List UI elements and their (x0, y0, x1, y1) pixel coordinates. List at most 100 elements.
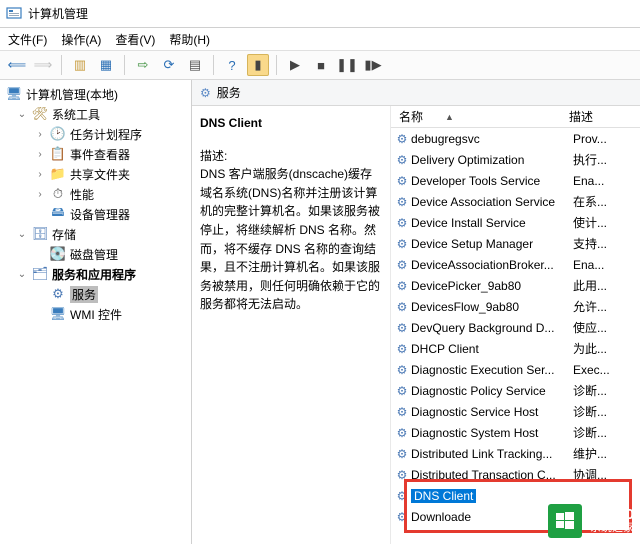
expand-icon[interactable]: › (34, 129, 46, 140)
service-row[interactable]: ⚙Delivery Optimization执行... (391, 149, 640, 170)
pause-icon[interactable]: ❚❚ (336, 54, 358, 76)
performance-icon: ⏱ (50, 186, 66, 202)
service-row[interactable]: ⚙DevicesFlow_9ab80允许... (391, 296, 640, 317)
stop-icon[interactable]: ■ (310, 54, 332, 76)
service-row[interactable]: ⚙Distributed Transaction C...协调... (391, 464, 640, 485)
disk-icon: 💽 (50, 246, 66, 262)
menu-view[interactable]: 查看(V) (115, 31, 155, 48)
service-icon: ⚙ (391, 426, 409, 440)
service-icon: ⚙ (391, 468, 409, 482)
forward-icon[interactable]: ⟹ (32, 54, 54, 76)
body: 🖥 计算机管理(本地) ⌄ 🛠 系统工具 › 🕑 任务计划程序 › 📋 事件查看… (0, 80, 640, 544)
tree-services[interactable]: ⚙ 服务 (0, 284, 191, 304)
service-icon: ⚙ (391, 237, 409, 251)
service-row[interactable]: ⚙debugregsvcProv... (391, 128, 640, 149)
restart-icon[interactable]: ▮▶ (362, 54, 384, 76)
tools-icon: 🛠 (32, 106, 48, 122)
menu-help[interactable]: 帮助(H) (169, 31, 210, 48)
column-headers: 名称 ▲ 描述 (391, 106, 640, 128)
tree-wmi[interactable]: 🖥 WMI 控件 (0, 304, 191, 324)
service-name: DNS Client (409, 489, 569, 503)
sort-asc-icon: ▲ (445, 112, 454, 122)
service-name: DevicesFlow_9ab80 (409, 300, 569, 314)
toolbar-separator (61, 55, 62, 75)
col-desc[interactable]: 描述 (563, 108, 593, 125)
collapse-icon[interactable]: ⌄ (16, 229, 28, 240)
tree-event-viewer[interactable]: › 📋 事件查看器 (0, 144, 191, 164)
menu-bar: 文件(F) 操作(A) 查看(V) 帮助(H) (0, 28, 640, 50)
tree-task-scheduler[interactable]: › 🕑 任务计划程序 (0, 124, 191, 144)
play-icon[interactable]: ▶ (284, 54, 306, 76)
toolbar-separator (124, 55, 125, 75)
service-row[interactable]: ⚙Diagnostic Service Host诊断... (391, 401, 640, 422)
gear-icon: ⚙ (200, 86, 211, 100)
service-desc: 诊断... (569, 382, 607, 399)
title-bar: 计算机管理 (0, 0, 640, 28)
menu-action[interactable]: 操作(A) (61, 31, 101, 48)
folder-icon[interactable]: ▥ (69, 54, 91, 76)
tree-device-manager[interactable]: 🖴 设备管理器 (0, 204, 191, 224)
list-icon[interactable]: ▤ (184, 54, 206, 76)
tree-services-apps[interactable]: ⌄ 🗂 服务和应用程序 (0, 264, 191, 284)
service-desc: 使应... (569, 319, 607, 336)
win-logo-icon (548, 504, 582, 538)
refresh-icon[interactable]: ⟳ (158, 54, 180, 76)
properties-icon[interactable]: ▦ (95, 54, 117, 76)
service-name: Diagnostic Policy Service (409, 384, 569, 398)
expand-icon[interactable]: › (34, 149, 46, 160)
expand-icon[interactable]: › (34, 189, 46, 200)
expand-icon[interactable]: › (34, 169, 46, 180)
service-row[interactable]: ⚙DeviceAssociationBroker...Ena... (391, 254, 640, 275)
service-name: Distributed Transaction C... (409, 468, 569, 482)
highlight-icon[interactable]: ▮ (247, 54, 269, 76)
service-desc: Exec... (569, 363, 610, 377)
service-row[interactable]: ⚙DHCP Client为此... (391, 338, 640, 359)
service-row[interactable]: ⚙Diagnostic Policy Service诊断... (391, 380, 640, 401)
help-icon[interactable]: ? (221, 54, 243, 76)
service-row[interactable]: ⚙DevicePicker_9ab80此用... (391, 275, 640, 296)
service-row[interactable]: ⚙Device Association Service在系... (391, 191, 640, 212)
pane-header: ⚙ 服务 (192, 80, 640, 106)
collapse-icon[interactable]: ⌄ (16, 269, 28, 280)
service-desc: 允许... (569, 298, 607, 315)
menu-file[interactable]: 文件(F) (8, 31, 47, 48)
service-icon: ⚙ (391, 174, 409, 188)
device-icon: 🖴 (50, 206, 66, 222)
gear-icon: ⚙ (50, 286, 66, 302)
back-icon[interactable]: ⟸ (6, 54, 28, 76)
tree-system-tools[interactable]: ⌄ 🛠 系统工具 (0, 104, 191, 124)
toolbar: ⟸ ⟹ ▥ ▦ ⇨ ⟳ ▤ ? ▮ ▶ ■ ❚❚ ▮▶ (0, 50, 640, 80)
export-icon[interactable]: ⇨ (132, 54, 154, 76)
service-row[interactable]: ⚙Distributed Link Tracking...维护... (391, 443, 640, 464)
service-row[interactable]: ⚙Device Setup Manager支持... (391, 233, 640, 254)
toolbar-separator (276, 55, 277, 75)
service-name: Device Association Service (409, 195, 569, 209)
service-row[interactable]: ⚙DevQuery Background D...使应... (391, 317, 640, 338)
tree-root[interactable]: 🖥 计算机管理(本地) (0, 84, 191, 104)
service-name: Developer Tools Service (409, 174, 569, 188)
service-desc: 在系... (569, 193, 607, 210)
app-icon (6, 6, 22, 22)
service-detail: DNS Client 描述: DNS 客户端服务(dnscache)缓存域名系统… (192, 106, 390, 544)
tree-disk-management[interactable]: 💽 磁盘管理 (0, 244, 191, 264)
tree-performance[interactable]: › ⏱ 性能 (0, 184, 191, 204)
service-row[interactable]: ⚙DNS Client (391, 485, 640, 506)
collapse-icon[interactable]: ⌄ (16, 109, 28, 120)
service-name: DevQuery Background D... (409, 321, 569, 335)
service-row[interactable]: ⚙Device Install Service使计... (391, 212, 640, 233)
service-row[interactable]: ⚙Diagnostic System Host诊断... (391, 422, 640, 443)
service-name: Distributed Link Tracking... (409, 447, 569, 461)
wmi-icon: 🖥 (50, 306, 66, 322)
tree-shared-folders[interactable]: › 📁 共享文件夹 (0, 164, 191, 184)
service-icon: ⚙ (391, 300, 409, 314)
service-name: Diagnostic Service Host (409, 405, 569, 419)
service-icon: ⚙ (391, 510, 409, 524)
service-icon: ⚙ (391, 216, 409, 230)
col-name[interactable]: 名称 ▲ (391, 108, 563, 125)
shared-icon: 📁 (50, 166, 66, 182)
service-desc: 此用... (569, 277, 607, 294)
service-row[interactable]: ⚙Diagnostic Execution Ser...Exec... (391, 359, 640, 380)
service-row[interactable]: ⚙Developer Tools ServiceEna... (391, 170, 640, 191)
service-desc: Ena... (569, 174, 604, 188)
tree-storage[interactable]: ⌄ 🗄 存储 (0, 224, 191, 244)
